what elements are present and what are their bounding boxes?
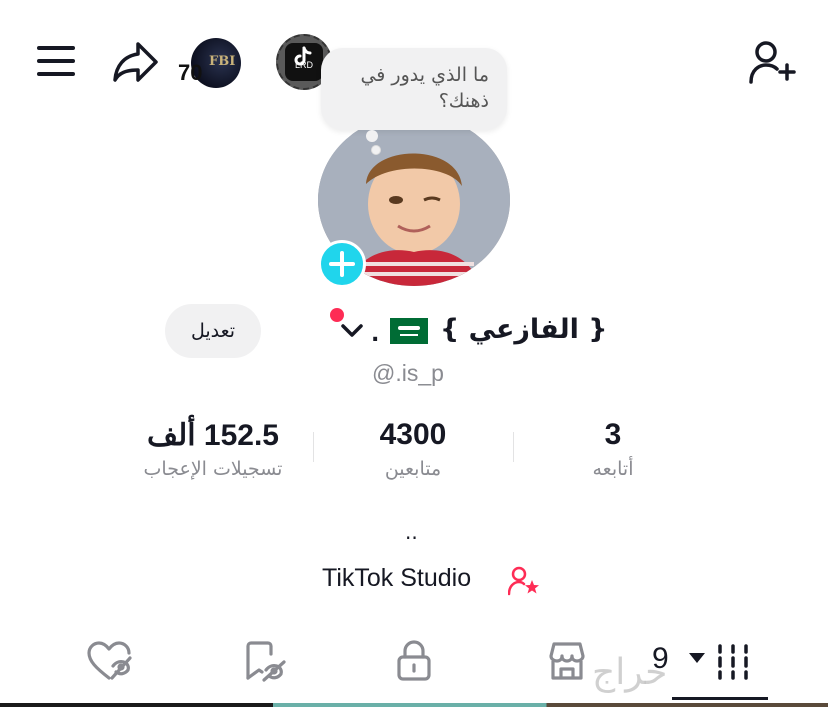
following-label: أتابعه	[592, 458, 634, 480]
note-bubble[interactable]: ما الذي يدور في ذهنك؟	[321, 48, 507, 130]
add-user-icon[interactable]	[748, 40, 796, 86]
display-name: { الفازعي }	[440, 314, 608, 345]
stat-divider	[313, 432, 314, 462]
user-star-icon[interactable]	[508, 566, 540, 596]
followers-label: متابعين	[384, 458, 442, 480]
following-count[interactable]: 3	[563, 418, 663, 452]
bubble-tail-dot	[371, 145, 381, 155]
name-separator: .	[371, 322, 380, 347]
add-photo-button[interactable]	[318, 240, 366, 288]
visitor-count: 70	[178, 60, 203, 85]
tiktok-studio-link[interactable]: TikTok Studio	[322, 564, 471, 593]
edit-profile-button[interactable]: تعديل	[165, 304, 261, 358]
liked-tab[interactable]	[86, 640, 132, 686]
bubble-tail	[366, 130, 378, 142]
stat-divider	[513, 432, 514, 462]
sort-dropdown-icon[interactable]	[688, 650, 706, 669]
username: @.is_p	[372, 360, 444, 386]
fbi-avatar-text: FBI	[209, 54, 236, 69]
saudi-flag-icon	[390, 318, 428, 344]
chevron-down-icon[interactable]	[340, 322, 364, 340]
private-tab[interactable]	[396, 640, 432, 686]
likes-count[interactable]: 152.5 ألف	[120, 418, 306, 453]
video-thumbnails-strip[interactable]	[0, 703, 828, 707]
followers-count[interactable]: 4300	[353, 418, 473, 452]
note-text: ما الذي يدور في ذهنك؟	[360, 64, 489, 112]
grid-videos-icon[interactable]	[716, 644, 750, 684]
menu-icon[interactable]	[36, 44, 76, 78]
shop-tab[interactable]	[546, 640, 588, 686]
active-tab-indicator	[672, 697, 768, 700]
favorites-tab[interactable]	[244, 640, 286, 686]
bio-text: ..	[405, 520, 418, 544]
likes-label: تسجيلات الإعجاب	[143, 458, 283, 480]
share-arrow-icon[interactable]	[112, 40, 160, 84]
notification-dot	[330, 308, 344, 322]
watermark: حراج	[592, 652, 668, 693]
